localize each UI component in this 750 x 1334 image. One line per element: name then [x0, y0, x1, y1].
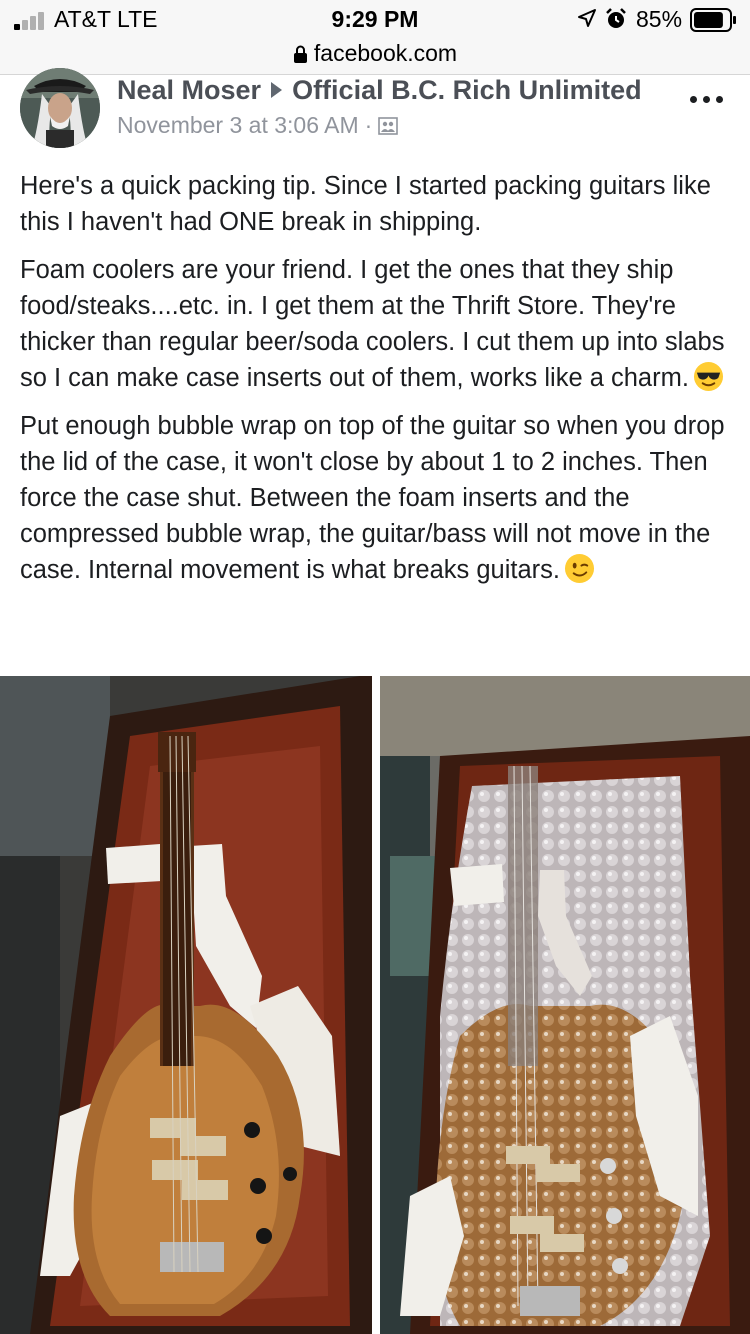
avatar[interactable] [20, 68, 100, 148]
post-paragraph: Put enough bubble wrap on top of the gui… [20, 412, 725, 584]
post-timestamp[interactable]: November 3 at 3:06 AM [117, 112, 359, 138]
battery-percent: 85% [636, 6, 683, 32]
bass-in-case-with-foam-photo[interactable] [0, 676, 372, 1334]
location-arrow-icon [578, 9, 596, 27]
status-bar: AT&T LTE 9:29 PM 85% [0, 0, 750, 40]
group-name[interactable]: Official B.C. Rich Unlimited [292, 75, 642, 105]
meta-separator: · [364, 112, 373, 138]
browser-address-bar[interactable]: facebook.com [0, 40, 750, 75]
author-name[interactable]: Neal Moser [117, 75, 261, 105]
post-paragraph: Here's a quick packing tip. Since I star… [20, 172, 711, 236]
members-audience-icon [378, 117, 399, 135]
alarm-icon [606, 8, 626, 28]
winking-face-emoji [564, 553, 595, 584]
post-author-line: Neal Moser Official B.C. Rich Unlimited [117, 75, 642, 106]
url-text[interactable]: facebook.com [314, 40, 457, 66]
share-arrow-icon [271, 82, 283, 98]
post-paragraph: Foam coolers are your friend. I get the … [20, 256, 725, 392]
post-text: Here's a quick packing tip. Since I star… [20, 168, 735, 600]
more-options-icon[interactable] [690, 82, 724, 112]
battery-icon [690, 8, 736, 32]
lock-icon [293, 45, 307, 63]
post-meta: November 3 at 3:06 AM · [117, 112, 399, 139]
bass-wrapped-in-bubble-wrap-photo[interactable] [380, 676, 750, 1334]
sunglasses-emoji [693, 361, 723, 392]
